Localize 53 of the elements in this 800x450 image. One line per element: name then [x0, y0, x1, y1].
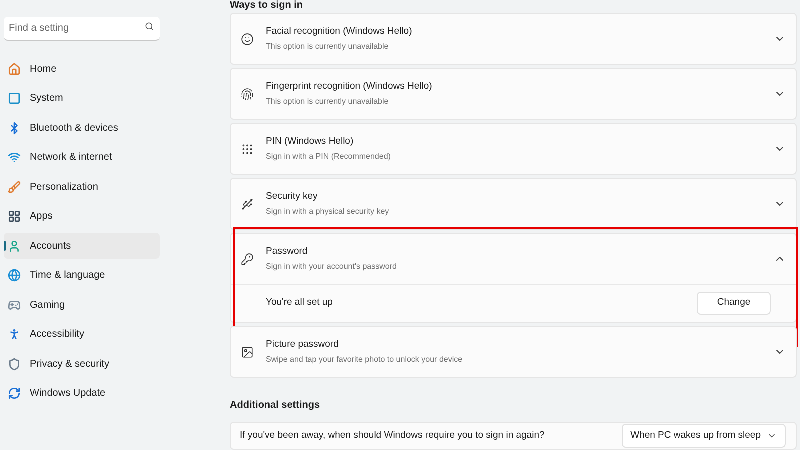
option-subtitle: Sign in with a physical security key: [266, 206, 390, 218]
search-field[interactable]: Find a setting: [4, 17, 160, 41]
nav-item[interactable]: Gaming: [4, 292, 160, 318]
nav-item[interactable]: Accounts: [4, 233, 160, 259]
change-button[interactable]: Change: [697, 292, 771, 315]
bluetooth-icon: [8, 122, 21, 134]
option-title: Fingerprint recognition (Windows Hello): [266, 80, 434, 94]
option-title: Facial recognition (Windows Hello): [266, 25, 414, 40]
shield-icon: [8, 358, 21, 370]
keypad-icon: [241, 142, 254, 156]
dropdown[interactable]: When PC wakes up from sleep: [622, 424, 786, 448]
brush-icon: [8, 180, 21, 194]
wifi-icon: [8, 151, 21, 164]
setting-card[interactable]: Password Sign in with your account's password You're all set up Change: [230, 233, 797, 323]
option-subtitle: Sign in with your account's password: [266, 260, 398, 273]
option-title: PIN (Windows Hello): [266, 135, 355, 150]
option-title: Password: [266, 245, 309, 260]
status-text: You're all set up: [266, 296, 334, 310]
home-icon: [8, 62, 21, 76]
person-icon: [8, 240, 21, 252]
option-subtitle: This option is currently unavailable: [266, 40, 390, 53]
setting-card[interactable]: Picture password Swipe and tap your favorite photo to unlock your device: [230, 326, 797, 378]
key-icon: [241, 252, 254, 266]
apps-grid-icon: [8, 210, 21, 223]
section-heading: Additional settings: [230, 399, 321, 413]
setting-card[interactable]: PIN (Windows Hello) Sign in with a PIN (Recommended): [230, 123, 797, 175]
search-icon: [145, 22, 154, 31]
fingerprint-icon: [241, 88, 254, 100]
setting-card[interactable]: Facial recognition (Windows Hello) This option is currently unavailable: [230, 13, 797, 65]
nav-item[interactable]: Personalization: [4, 174, 160, 200]
option-subtitle: This option is currently unavailable: [266, 96, 390, 108]
nav-item[interactable]: Privacy & security: [4, 351, 160, 377]
nav-item[interactable]: Network & internet: [4, 144, 160, 170]
nav-item[interactable]: Home: [4, 56, 160, 82]
refresh-icon: [8, 387, 21, 400]
option-title: Security key: [266, 190, 319, 204]
gamepad-icon: [8, 298, 21, 312]
nav-item[interactable]: Windows Update: [4, 380, 160, 406]
option-title: Picture password: [266, 338, 340, 352]
option-subtitle: Swipe and tap your favorite photo to unlock your device: [266, 354, 464, 366]
picture-icon: [241, 346, 254, 358]
nav-item[interactable]: Accessibility: [4, 322, 160, 348]
setting-card[interactable]: Security key Sign in with a physical security key: [230, 178, 797, 230]
section-heading: Ways to sign in: [230, 0, 303, 12]
nav-item[interactable]: Apps: [4, 204, 160, 230]
option-subtitle: Sign in with a PIN (Recommended): [266, 150, 392, 163]
setting-question: If you've been away, when should Windows require you to sign in again?: [240, 428, 546, 443]
nav-item[interactable]: System: [4, 86, 160, 112]
nav-item[interactable]: Bluetooth & devices: [4, 115, 160, 141]
accessibility-icon: [8, 328, 21, 341]
nav-item[interactable]: Time & language: [4, 262, 160, 288]
setting-card[interactable]: Fingerprint recognition (Windows Hello) This option is currently unavailable: [230, 68, 797, 120]
smile-icon: [241, 32, 254, 46]
